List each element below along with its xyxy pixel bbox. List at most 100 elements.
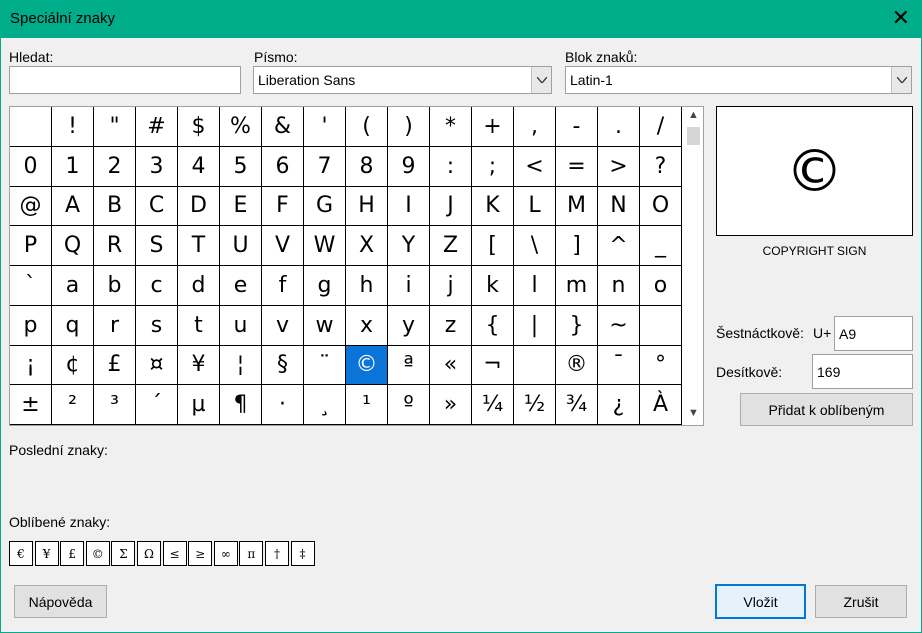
grid-cell[interactable]: 5 [220, 146, 262, 187]
grid-cell[interactable]: 6 [262, 146, 304, 187]
scrollbar-thumb[interactable] [687, 127, 700, 145]
grid-cell[interactable]: µ [178, 385, 220, 425]
grid-cell[interactable]: ² [52, 385, 94, 425]
grid-cell[interactable]: \ [514, 226, 556, 266]
grid-cell[interactable]: N [598, 186, 640, 227]
grid-cell[interactable] [514, 345, 556, 386]
hex-input[interactable]: A9 [834, 316, 913, 351]
grid-cell[interactable]: ¾ [556, 385, 598, 425]
grid-cell[interactable]: + [472, 107, 514, 147]
close-icon[interactable]: ✕ [892, 7, 910, 29]
grid-cell[interactable]: 9 [388, 146, 430, 187]
grid-cell[interactable]: > [598, 146, 640, 187]
grid-cell[interactable]: J [430, 186, 472, 227]
help-button[interactable]: Nápověda [14, 585, 107, 618]
grid-cell[interactable] [640, 305, 682, 346]
grid-cell[interactable]: f [262, 266, 304, 306]
grid-cell[interactable]: | [514, 305, 556, 346]
block-select[interactable]: Latin-1 [565, 66, 912, 94]
grid-cell[interactable]: t [178, 305, 220, 346]
grid-cell[interactable]: e [220, 266, 262, 306]
grid-cell[interactable]: < [514, 146, 556, 187]
grid-cell[interactable]: j [430, 266, 472, 306]
grid-cell[interactable]: , [514, 107, 556, 147]
grid-cell[interactable]: ) [388, 107, 430, 147]
grid-cell[interactable]: F [262, 186, 304, 227]
grid-cell[interactable]: i [388, 266, 430, 306]
grid-cell[interactable]: ¢ [52, 345, 94, 386]
grid-cell[interactable]: ' [304, 107, 346, 147]
font-select[interactable]: Liberation Sans [253, 66, 552, 94]
grid-cell[interactable]: R [94, 226, 136, 266]
grid-cell[interactable]: ¡ [10, 345, 52, 386]
grid-cell[interactable]: T [178, 226, 220, 266]
grid-cell[interactable]: 2 [94, 146, 136, 187]
grid-cell[interactable]: L [514, 186, 556, 227]
grid-cell[interactable]: À [640, 385, 682, 425]
decimal-input[interactable]: 169 [812, 354, 913, 389]
grid-cell[interactable]: a [52, 266, 94, 306]
grid-cell[interactable]: v [262, 305, 304, 346]
grid-cell[interactable]: B [94, 186, 136, 227]
grid-cell[interactable]: / [640, 107, 682, 147]
favorite-char[interactable]: € [9, 541, 33, 566]
grid-cell[interactable]: Y [388, 226, 430, 266]
favorite-char[interactable]: ≤ [162, 541, 187, 566]
grid-cell[interactable]: = [556, 146, 598, 187]
grid-cell[interactable]: I [388, 186, 430, 227]
grid-cell[interactable]: y [388, 305, 430, 346]
grid-cell[interactable]: V [262, 226, 304, 266]
grid-cell[interactable]: ½ [514, 385, 556, 425]
scroll-down-icon[interactable]: ▼ [688, 407, 699, 419]
grid-cell[interactable]: ] [556, 226, 598, 266]
grid-cell[interactable]: 1 [52, 146, 94, 187]
grid-cell[interactable]: £ [94, 345, 136, 386]
grid-cell[interactable]: « [430, 345, 472, 386]
grid-cell[interactable]: 3 [136, 146, 178, 187]
grid-cell[interactable]: r [94, 305, 136, 346]
grid-cell[interactable] [10, 107, 52, 147]
grid-cell[interactable]: _ [640, 226, 682, 266]
favorite-char[interactable]: ∞ [213, 541, 238, 566]
grid-cell[interactable]: H [346, 186, 388, 227]
insert-button[interactable]: Vložit [715, 584, 806, 619]
grid-cell[interactable]: ; [472, 146, 514, 187]
grid-cell[interactable]: 7 [304, 146, 346, 187]
grid-cell[interactable]: ¬ [472, 345, 514, 386]
favorite-char[interactable]: π [239, 541, 264, 566]
grid-cell[interactable]: } [556, 305, 598, 346]
grid-cell[interactable]: ¯ [598, 345, 640, 386]
grid-cell[interactable]: ¶ [220, 385, 262, 425]
search-input[interactable] [9, 66, 241, 94]
grid-cell[interactable]: ´ [136, 385, 178, 425]
grid-cell[interactable]: { [472, 305, 514, 346]
favorite-char[interactable]: ¥ [34, 541, 59, 566]
favorite-char[interactable]: © [85, 541, 110, 566]
grid-cell[interactable]: g [304, 266, 346, 306]
grid-cell[interactable]: ¼ [472, 385, 514, 425]
grid-cell[interactable]: W [304, 226, 346, 266]
grid-cell[interactable]: . [598, 107, 640, 147]
grid-cell[interactable]: b [94, 266, 136, 306]
grid-cell[interactable]: ¿ [598, 385, 640, 425]
grid-cell[interactable]: % [220, 107, 262, 147]
grid-cell[interactable]: ± [10, 385, 52, 425]
grid-cell[interactable]: U [220, 226, 262, 266]
grid-cell[interactable]: G [304, 186, 346, 227]
grid-cell[interactable]: d [178, 266, 220, 306]
grid-cell[interactable]: " [94, 107, 136, 147]
grid-cell[interactable]: ! [52, 107, 94, 147]
grid-cell[interactable]: - [556, 107, 598, 147]
grid-cell[interactable]: & [262, 107, 304, 147]
grid-cell[interactable]: # [136, 107, 178, 147]
grid-cell[interactable]: 4 [178, 146, 220, 187]
grid-cell[interactable]: A [52, 186, 94, 227]
grid-cell[interactable]: ¸ [304, 385, 346, 425]
cancel-button[interactable]: Zrušit [815, 585, 907, 618]
grid-cell[interactable]: ª [388, 345, 430, 386]
favorite-char[interactable]: Ω [136, 541, 161, 566]
grid-cell[interactable]: o [640, 266, 682, 306]
grid-cell[interactable]: q [52, 305, 94, 346]
chevron-down-icon[interactable] [531, 67, 551, 93]
grid-cell[interactable]: C [136, 186, 178, 227]
